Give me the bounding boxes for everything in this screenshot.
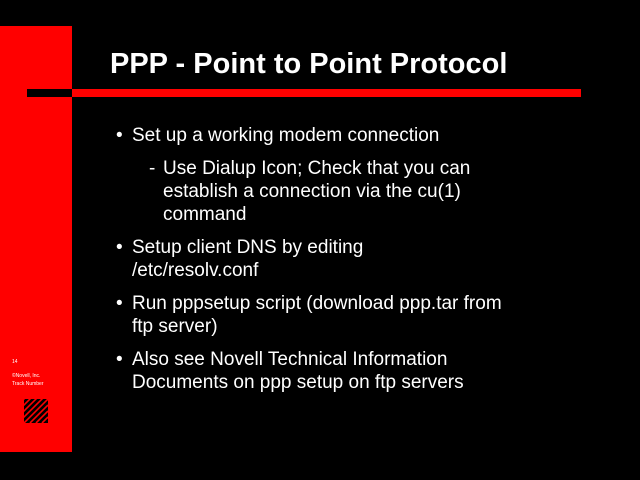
- bullet-mark: •: [116, 349, 123, 370]
- sub-bullet-text: Use Dialup Icon; Check that you can esta…: [163, 158, 471, 225]
- copyright-note: ©Novell, Inc.: [12, 373, 41, 379]
- slide-page-number: 14: [12, 359, 18, 365]
- bullet-text: Also see Novell Technical Information Do…: [132, 349, 464, 393]
- sub-bullet-mark: -: [149, 158, 156, 179]
- novell-logo-icon: [24, 399, 48, 423]
- bullet-mark: •: [116, 125, 123, 146]
- bullet-text: Set up a working modem connection: [132, 125, 440, 146]
- bullet-item: • Set up a working modem connection: [116, 124, 616, 147]
- sub-bullet-item: - Use Dialup Icon; Check that you can es…: [149, 157, 529, 226]
- bullet-text: Run pppsetup script (download ppp.tar fr…: [132, 293, 502, 337]
- bullet-item: • Run pppsetup script (download ppp.tar …: [116, 292, 516, 338]
- slide-title: PPP - Point to Point Protocol: [110, 48, 508, 80]
- slide-body: • Set up a working modem connection - Us…: [116, 124, 616, 404]
- bullet-text: Setup client DNS by editing /etc/resolv.…: [132, 237, 364, 281]
- title-underline: [72, 89, 581, 97]
- bullet-item: • Also see Novell Technical Information …: [116, 348, 526, 394]
- trademark-note: Track Number: [12, 381, 44, 387]
- bullet-mark: •: [116, 237, 123, 258]
- bullet-mark: •: [116, 293, 123, 314]
- bullet-item: • Setup client DNS by editing /etc/resol…: [116, 236, 416, 282]
- accent-gap: [27, 89, 72, 97]
